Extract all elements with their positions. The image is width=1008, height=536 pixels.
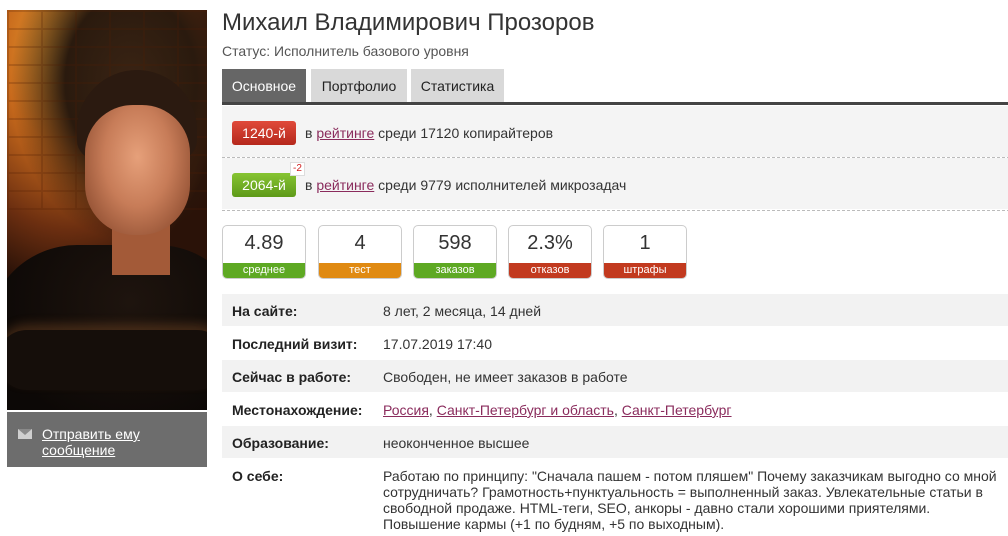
stat-penalties: 1 штрафы bbox=[603, 225, 687, 279]
stat-label: тест bbox=[319, 263, 401, 278]
photo-arm bbox=[7, 330, 207, 390]
stat-value: 2.3% bbox=[527, 232, 573, 254]
rating-badge: 2064-й bbox=[232, 173, 296, 197]
rating-text: в рейтинге среди 9779 исполнителей микро… bbox=[305, 177, 626, 193]
rating-prefix: в bbox=[305, 177, 313, 193]
send-message-box: Отправить ему сообщение bbox=[7, 412, 207, 467]
send-message-link[interactable]: Отправить ему сообщение bbox=[42, 426, 192, 458]
rating-delta-badge: -2 bbox=[290, 162, 305, 176]
info-row-on-site: На сайте: 8 лет, 2 месяца, 14 дней bbox=[222, 294, 1008, 326]
info-value: Россия, Санкт-Петербург и область, Санкт… bbox=[383, 402, 732, 418]
profile-name: Михаил Владимирович Прозоров bbox=[222, 9, 595, 36]
stat-orders: 598 заказов bbox=[413, 225, 497, 279]
tab-underline bbox=[222, 102, 1008, 105]
info-value: неоконченное высшее bbox=[383, 435, 530, 451]
info-label: Сейчас в работе: bbox=[232, 369, 352, 385]
info-label: Последний визит: bbox=[232, 336, 358, 352]
tab-statistics[interactable]: Статистика bbox=[411, 69, 504, 103]
location-region-link[interactable]: Санкт-Петербург и область bbox=[437, 402, 614, 418]
profile-status: Статус: Исполнитель базового уровня bbox=[222, 43, 469, 59]
rating-row-microtasks: 2064-й -2 в рейтинге среди 9779 исполнит… bbox=[222, 158, 1008, 209]
stat-label: штрафы bbox=[604, 263, 686, 278]
info-row-about: О себе: Работаю по принципу: "Сначала па… bbox=[222, 459, 1008, 535]
stat-label: заказов bbox=[414, 263, 496, 278]
info-row-last-visit: Последний визит: 17.07.2019 17:40 bbox=[222, 327, 1008, 359]
stat-value: 4 bbox=[354, 232, 366, 254]
tab-portfolio[interactable]: Портфолио bbox=[311, 69, 407, 103]
stat-refusals: 2.3% отказов bbox=[508, 225, 592, 279]
rating-suffix: среди 17120 копирайтеров bbox=[378, 125, 554, 141]
info-value: Работаю по принципу: "Сначала пашем - по… bbox=[383, 468, 997, 532]
stat-average: 4.89 среднее bbox=[222, 225, 306, 279]
rating-prefix: в bbox=[305, 125, 313, 141]
rating-row-copywriters: 1240-й в рейтинге среди 17120 копирайтер… bbox=[222, 106, 1008, 157]
photo-face bbox=[85, 105, 190, 235]
stat-value: 1 bbox=[639, 232, 651, 254]
location-city-link[interactable]: Санкт-Петербург bbox=[622, 402, 732, 418]
info-row-education: Образование: неоконченное высшее bbox=[222, 426, 1008, 458]
stat-value: 598 bbox=[438, 232, 472, 254]
info-label: На сайте: bbox=[232, 303, 298, 319]
stat-label: среднее bbox=[223, 263, 305, 278]
info-label: О себе: bbox=[232, 468, 284, 484]
divider bbox=[222, 210, 1008, 211]
rating-text: в рейтинге среди 17120 копирайтеров bbox=[305, 125, 553, 141]
rating-suffix: среди 9779 исполнителей микрозадач bbox=[378, 177, 627, 193]
rating-link[interactable]: рейтинге bbox=[316, 177, 374, 193]
info-value: 17.07.2019 17:40 bbox=[383, 336, 492, 352]
info-label: Образование: bbox=[232, 435, 329, 451]
stat-value: 4.89 bbox=[244, 232, 284, 254]
info-label: Местонахождение: bbox=[232, 402, 363, 418]
profile-photo bbox=[7, 10, 207, 410]
envelope-icon bbox=[18, 429, 32, 439]
rating-link[interactable]: рейтинге bbox=[316, 125, 374, 141]
location-country-link[interactable]: Россия bbox=[383, 402, 429, 418]
info-value: Свободен, не имеет заказов в работе bbox=[383, 369, 628, 385]
stat-label: отказов bbox=[509, 263, 591, 278]
stat-test: 4 тест bbox=[318, 225, 402, 279]
info-row-location: Местонахождение: Россия, Санкт-Петербург… bbox=[222, 393, 1008, 425]
rating-badge: 1240-й bbox=[232, 121, 296, 145]
info-value: 8 лет, 2 месяца, 14 дней bbox=[383, 303, 542, 319]
info-row-working: Сейчас в работе: Свободен, не имеет зака… bbox=[222, 360, 1008, 392]
tab-main[interactable]: Основное bbox=[222, 69, 306, 103]
